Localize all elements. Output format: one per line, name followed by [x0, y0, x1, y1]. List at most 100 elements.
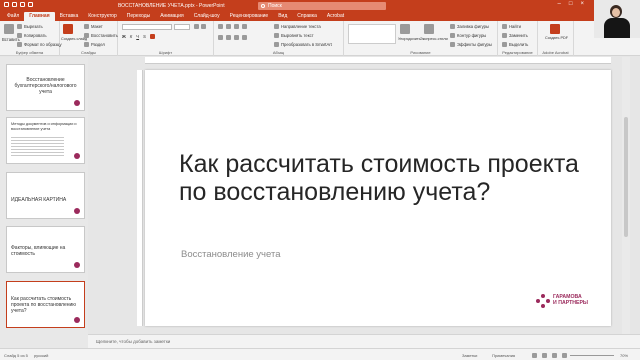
- drawing-group-label: Рисование: [410, 50, 431, 55]
- undo-icon[interactable]: [12, 2, 17, 7]
- reset-button[interactable]: Восстановить: [84, 33, 118, 38]
- slide-thumbnail-5[interactable]: Как рассчитать стоимость проекта по восс…: [6, 281, 85, 328]
- tab-view[interactable]: Вид: [273, 12, 292, 21]
- find-label: Найти: [509, 24, 521, 29]
- ribbon-tabs: Файл Главная Вставка Конструктор Переход…: [0, 11, 640, 21]
- font-name-input[interactable]: [122, 24, 172, 30]
- quick-styles-button[interactable]: [424, 24, 434, 34]
- tab-help[interactable]: Справка: [292, 12, 322, 21]
- reading-view-icon[interactable]: [552, 353, 557, 358]
- shapes-gallery[interactable]: [348, 24, 396, 44]
- find-button[interactable]: Найти: [502, 24, 521, 29]
- slide-thumbnails-panel: 1 Восстановление бухгалтерского/налогово…: [0, 57, 88, 348]
- shadow-icon[interactable]: S: [143, 34, 146, 39]
- select-label: Выделить: [509, 42, 529, 47]
- shape-effects-button[interactable]: Эффекты фигуры: [450, 42, 492, 47]
- underline-icon[interactable]: Ч: [136, 34, 139, 39]
- layout-button[interactable]: Макет: [84, 24, 103, 29]
- shape-outline-button[interactable]: Контур фигуры: [450, 33, 486, 38]
- tab-animations[interactable]: Анимация: [155, 12, 188, 21]
- numbering-icon[interactable]: [226, 24, 231, 29]
- text-direction-button[interactable]: Направление текста: [274, 24, 321, 29]
- redo-icon[interactable]: [20, 2, 25, 7]
- language-indicator[interactable]: русский: [34, 353, 48, 358]
- acrobat-group-label: Adobe Acrobat: [542, 50, 569, 55]
- presenter-body: [604, 18, 630, 38]
- search-box[interactable]: Поиск: [258, 1, 386, 10]
- slide-thumbnail-2[interactable]: Методы документов и информации и восстан…: [6, 117, 85, 164]
- grow-font-icon[interactable]: [194, 24, 206, 29]
- tab-transitions[interactable]: Переходы: [122, 12, 155, 21]
- align-center-icon[interactable]: [226, 35, 231, 40]
- italic-icon[interactable]: К: [130, 34, 132, 39]
- scrollbar-thumb[interactable]: [624, 117, 628, 237]
- paste-button[interactable]: [4, 24, 14, 34]
- smartart-button[interactable]: Преобразовать в SmartArt: [274, 42, 332, 47]
- cut-button[interactable]: Вырезать: [17, 24, 43, 29]
- find-icon: [502, 24, 507, 29]
- vertical-scrollbar[interactable]: [622, 57, 630, 334]
- align-text-icon: [274, 33, 279, 38]
- view-buttons: [532, 353, 567, 358]
- notes-pane[interactable]: Щелкните, чтобы добавить заметки: [88, 334, 640, 348]
- cut-label: Вырезать: [24, 24, 43, 29]
- tab-file[interactable]: Файл: [2, 12, 24, 21]
- bullets-icon[interactable]: [218, 24, 223, 29]
- sorter-view-icon[interactable]: [542, 353, 547, 358]
- create-pdf-label: Создать PDF: [545, 36, 569, 40]
- tab-acrobat[interactable]: Acrobat: [322, 12, 349, 21]
- select-button[interactable]: Выделить: [502, 42, 528, 47]
- align-right-icon[interactable]: [234, 35, 239, 40]
- slideshow-view-icon[interactable]: [562, 353, 567, 358]
- layout-label: Макет: [91, 24, 103, 29]
- slide-thumbnail-1[interactable]: 1 Восстановление бухгалтерского/налогово…: [6, 64, 85, 111]
- new-slide-button[interactable]: [63, 24, 73, 34]
- logo-line-2: И ПАРТНЕРЫ: [553, 300, 588, 306]
- slide-title[interactable]: Как рассчитать стоимость проекта по восс…: [179, 150, 579, 206]
- slideshow-icon[interactable]: [28, 2, 33, 7]
- status-bar: Слайд 5 из 5 русский Заметки Примечания …: [0, 348, 640, 360]
- tab-slideshow[interactable]: Слайд-шоу: [189, 12, 225, 21]
- slide-thumbnail-3[interactable]: ИДЕАЛЬНАЯ КАРТИНА: [6, 172, 85, 219]
- thumbnail-text-lines: [11, 137, 64, 158]
- section-button[interactable]: Раздел: [84, 42, 105, 47]
- comments-toggle[interactable]: Примечания: [492, 353, 515, 358]
- format-painter-button[interactable]: Формат по образцу: [17, 42, 62, 47]
- slide-thumbnail-4[interactable]: Факторы, влияющие на стоимость: [6, 226, 85, 273]
- tab-home[interactable]: Главная: [24, 12, 55, 21]
- notes-toggle[interactable]: Заметки: [462, 353, 477, 358]
- quick-styles-icon: [424, 24, 434, 34]
- minimize-icon[interactable]: –: [558, 1, 561, 7]
- font-format-buttons: Ж К Ч S: [122, 34, 155, 39]
- shape-fill-button[interactable]: Заливка фигуры: [450, 24, 489, 29]
- create-pdf-button[interactable]: [550, 24, 560, 34]
- arrange-button[interactable]: [400, 24, 410, 34]
- slides-group: Создать слайд Макет Восстановить Раздел …: [60, 21, 118, 56]
- align-text-button[interactable]: Выровнять текст: [274, 33, 314, 38]
- normal-view-icon[interactable]: [532, 353, 537, 358]
- tab-design[interactable]: Конструктор: [83, 12, 122, 21]
- thumbnail-title: Восстановление бухгалтерского/налогового…: [14, 77, 77, 95]
- font-color-icon[interactable]: [149, 34, 155, 39]
- scissors-icon: [17, 24, 22, 29]
- tab-review[interactable]: Рецензирование: [225, 12, 274, 21]
- zoom-slider[interactable]: [570, 355, 614, 356]
- shape-fill-label: Заливка фигуры: [457, 24, 489, 29]
- zoom-level[interactable]: 70%: [620, 353, 628, 358]
- maximize-icon[interactable]: □: [569, 1, 573, 7]
- copy-button[interactable]: Копировать: [17, 33, 47, 38]
- save-icon[interactable]: [4, 2, 9, 7]
- indent-icon[interactable]: [234, 24, 239, 29]
- close-icon[interactable]: ×: [580, 1, 584, 7]
- font-size-input[interactable]: [174, 24, 190, 30]
- justify-icon[interactable]: [242, 35, 247, 40]
- logo-icon: [74, 100, 80, 106]
- slide-canvas[interactable]: Как рассчитать стоимость проекта по восс…: [145, 70, 611, 326]
- replace-button[interactable]: Заменить: [502, 33, 528, 38]
- align-left-icon[interactable]: [218, 35, 223, 40]
- tab-insert[interactable]: Вставка: [55, 12, 84, 21]
- slide-subtitle[interactable]: Восстановление учета: [181, 249, 281, 260]
- outdent-icon[interactable]: [242, 24, 247, 29]
- logo-icon: [74, 317, 80, 323]
- bold-icon[interactable]: Ж: [122, 34, 126, 39]
